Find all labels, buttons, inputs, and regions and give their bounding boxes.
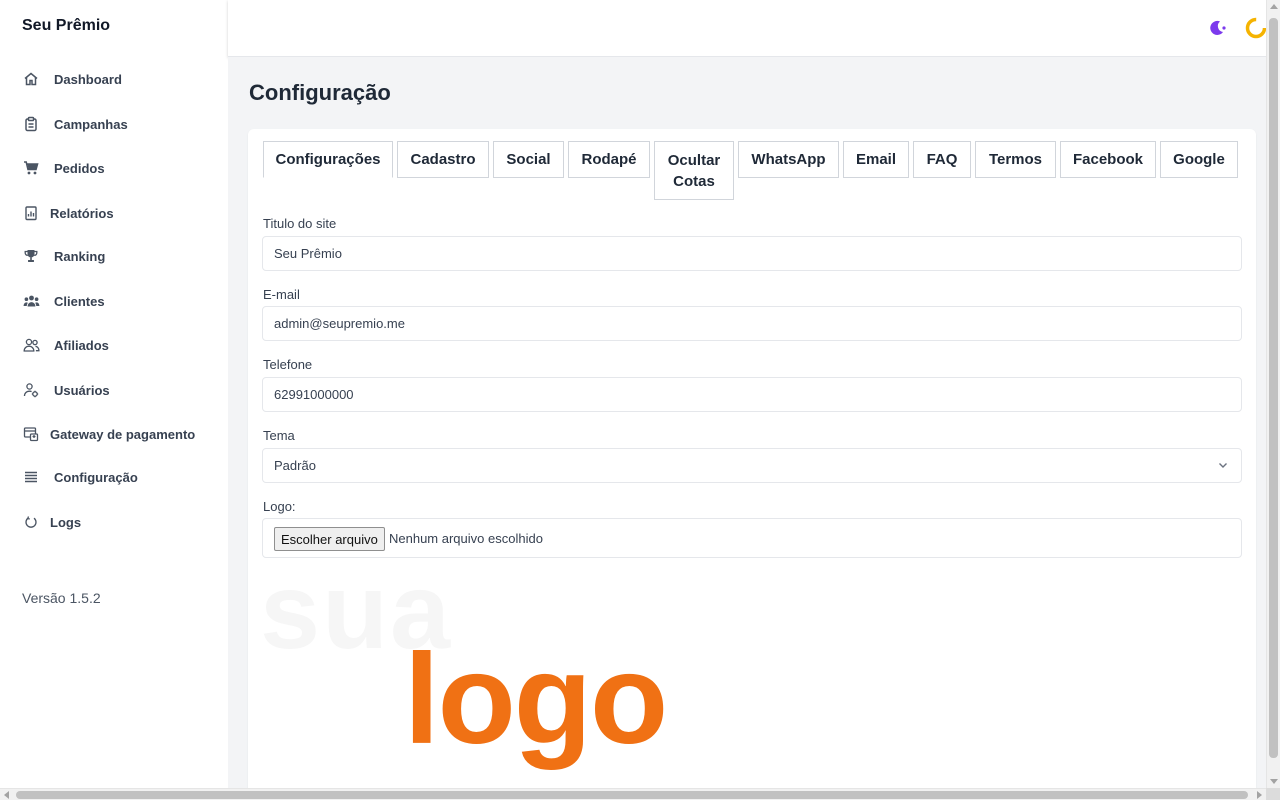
user-settings-icon [22,381,40,399]
logo-file-input[interactable]: Escolher arquivo Nenhum arquivo escolhid… [262,518,1242,558]
tab-facebook[interactable]: Facebook [1060,141,1156,178]
phone-field[interactable]: 62991000000 [262,377,1242,412]
sidebar-item-usuarios[interactable]: Usuários [0,372,228,408]
tab-ocultar-cotas[interactable]: Ocultar Cotas [654,141,734,200]
site-title-input[interactable]: Seu Prêmio [262,236,1242,271]
sidebar: Seu Prêmio Dashboard Campanhas Pedidos R… [0,0,228,788]
sidebar-item-ranking[interactable]: Ranking [0,238,228,274]
top-header [228,0,1266,57]
svg-text:logo: logo [404,628,666,771]
scrollbar-corner [1266,788,1280,800]
tab-email[interactable]: Email [843,141,909,178]
affiliates-icon [22,336,40,354]
users-icon [22,292,40,310]
sidebar-item-label: Logs [50,514,82,530]
file-status-text: Nenhum arquivo escolhido [389,531,543,546]
sidebar-item-label: Afiliados [54,337,109,353]
cart-icon [22,159,40,177]
scrollbar-thumb[interactable] [1269,18,1278,758]
horizontal-scrollbar[interactable] [0,788,1266,800]
report-icon [22,204,40,222]
tab-faq[interactable]: FAQ [913,141,971,178]
sidebar-item-label: Gateway de pagamento [50,426,196,442]
logo-preview-image: sua logo [260,550,682,778]
sidebar-item-label: Ranking [54,248,106,264]
scroll-left-icon[interactable] [4,791,9,799]
logo-label: Logo: [263,499,296,514]
scrollbar-thumb[interactable] [16,791,1248,799]
sidebar-item-gateway-de-pagamento[interactable]: Gateway de pagamento [0,416,228,452]
tab-configuracoes[interactable]: Configurações [263,141,393,178]
sidebar-item-configuracao[interactable]: Configuração [0,459,228,495]
scroll-up-icon[interactable] [1270,4,1278,9]
chevron-down-icon [1217,459,1229,471]
choose-file-button[interactable]: Escolher arquivo [274,527,385,551]
payment-icon [22,425,40,443]
sidebar-item-dashboard[interactable]: Dashboard [0,61,228,97]
sidebar-item-label: Pedidos [54,160,105,176]
tab-whatsapp[interactable]: WhatsApp [738,141,839,178]
email-label: E-mail [263,287,300,302]
loading-ring-icon [1244,16,1268,40]
tab-cadastro[interactable]: Cadastro [397,141,489,178]
home-icon [22,70,40,88]
sidebar-item-relatorios[interactable]: Relatórios [0,195,228,231]
theme-label: Tema [263,428,295,443]
sidebar-item-label: Campanhas [54,116,128,132]
sidebar-item-pedidos[interactable]: Pedidos [0,150,228,186]
sidebar-item-campanhas[interactable]: Campanhas [0,106,228,142]
page-title: Configuração [249,80,391,105]
sidebar-item-label: Usuários [54,382,110,398]
sidebar-item-label: Relatórios [50,205,114,221]
email-field[interactable]: admin@seupremio.me [262,306,1242,341]
scroll-down-icon[interactable] [1270,779,1278,784]
sidebar-item-logs[interactable]: Logs [0,504,228,540]
tab-google[interactable]: Google [1160,141,1238,178]
sidebar-item-label: Dashboard [54,71,122,87]
tab-social[interactable]: Social [493,141,564,178]
scroll-right-icon[interactable] [1257,791,1262,799]
brand-title[interactable]: Seu Prêmio [22,17,110,35]
sidebar-item-label: Configuração [54,469,138,485]
sidebar-item-label: Clientes [54,293,105,309]
theme-select[interactable]: Padrão [262,448,1242,483]
vertical-scrollbar[interactable] [1266,0,1280,788]
clipboard-icon [22,115,40,133]
tab-termos[interactable]: Termos [975,141,1056,178]
app-version: Versão 1.5.2 [22,590,101,606]
menu-lines-icon [22,468,40,486]
sidebar-item-clientes[interactable]: Clientes [0,283,228,319]
power-icon [22,513,40,531]
sidebar-item-afiliados[interactable]: Afiliados [0,327,228,363]
moon-icon[interactable] [1206,17,1228,39]
tab-rodape[interactable]: Rodapé [568,141,650,178]
phone-label: Telefone [263,357,313,372]
trophy-icon [22,247,40,265]
theme-select-value: Padrão [274,458,316,473]
site-title-label: Titulo do site [263,216,337,231]
